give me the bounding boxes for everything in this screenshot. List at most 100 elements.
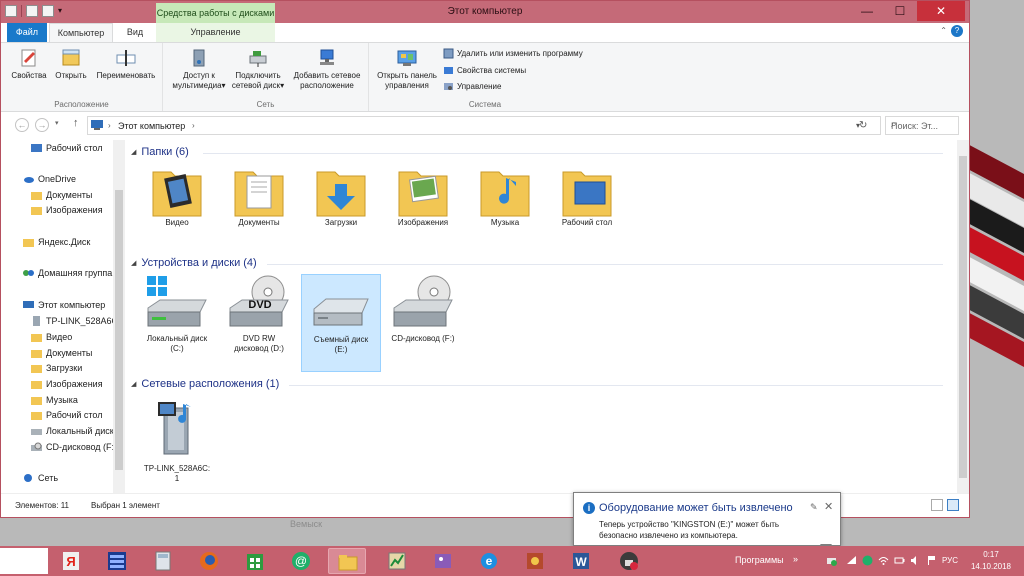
minimize-button[interactable]: — — [853, 1, 881, 21]
nav-item-desktop[interactable]: Рабочий стол — [31, 141, 103, 155]
taskbar-task-manager[interactable] — [378, 548, 416, 574]
refresh-icon[interactable]: ↻ — [859, 120, 867, 131]
content-scrollbar[interactable] — [957, 140, 969, 493]
nav-item-local-disk[interactable]: Локальный диск — [31, 424, 114, 438]
nav-pane-scrollbar[interactable] — [113, 140, 125, 493]
tab-view[interactable]: Вид — [117, 23, 153, 42]
folder-music[interactable]: Музыка — [465, 162, 545, 228]
chevron-right-icon[interactable]: » — [793, 554, 798, 564]
breadcrumb-chevron-icon[interactable]: › — [192, 121, 195, 130]
skype-icon[interactable] — [862, 555, 873, 566]
taskbar-game[interactable] — [516, 548, 554, 574]
taskbar-photos[interactable] — [424, 548, 462, 574]
system-properties-button[interactable]: Свойства системы — [443, 65, 526, 76]
action-flag-icon[interactable] — [926, 555, 937, 566]
scrollbar-thumb[interactable] — [959, 156, 967, 478]
search-input[interactable]: Поиск: Эт... ⌕ — [885, 116, 959, 135]
battery-icon[interactable] — [894, 555, 905, 566]
taskbar-calculator[interactable] — [144, 548, 182, 574]
nav-item-onedrive[interactable]: OneDrive — [23, 172, 76, 186]
computer-management-button[interactable]: Управление — [443, 81, 501, 92]
programs-toolbar-label[interactable]: Программы — [735, 555, 784, 565]
search-icon[interactable]: ⌕ — [891, 119, 954, 130]
taskbar-calculator-grid[interactable] — [98, 548, 136, 574]
taskbar-yandex-browser[interactable]: Я — [52, 548, 90, 574]
nav-item-downloads[interactable]: Загрузки — [31, 361, 82, 375]
nav-item-cd-drive[interactable]: CD-дисковод (F: — [31, 440, 114, 454]
large-icons-view-button[interactable] — [947, 499, 959, 511]
taskbar-mail[interactable]: @ — [282, 548, 320, 574]
add-network-location-button[interactable]: Добавить сетевое расположение — [289, 47, 365, 91]
drive-e[interactable]: Съемный диск (E:) — [301, 274, 381, 372]
help-icon[interactable]: ? — [951, 25, 963, 37]
recent-locations-chevron-icon[interactable]: ▾ — [55, 119, 59, 127]
notification-toast[interactable]: i Оборудование может быть извлечено Тепе… — [573, 492, 841, 546]
taskbar-word[interactable]: W — [562, 548, 600, 574]
breadcrumb-this-pc[interactable]: Этот компьютер — [118, 121, 185, 131]
drive-d[interactable]: DVD DVD RW дисковод (D:) — [219, 274, 299, 370]
group-header-folders[interactable]: ◢ Папки (6) — [131, 146, 189, 158]
folder-pictures[interactable]: Изображения — [383, 162, 463, 228]
taskbar-store[interactable] — [236, 548, 274, 574]
media-access-button[interactable]: Доступ к мультимедиа▾ — [169, 47, 229, 91]
volume-icon[interactable] — [910, 555, 921, 566]
computer-icon — [91, 120, 103, 130]
nav-item-this-pc[interactable]: Этот компьютер — [23, 298, 105, 312]
scrollbar-thumb[interactable] — [115, 190, 123, 470]
up-button[interactable]: ↑ — [73, 117, 79, 129]
uninstall-program-button[interactable]: Удалить или изменить программу — [443, 48, 583, 59]
nav-item-homegroup[interactable]: Домашняя группа — [23, 266, 112, 280]
map-network-drive-button[interactable]: Подключить сетевой диск▾ — [229, 47, 287, 91]
nav-item-onedrive-documents[interactable]: Документы — [31, 188, 92, 202]
taskbar-internet-explorer[interactable]: e — [470, 548, 508, 574]
tab-manage[interactable]: Управление — [156, 23, 275, 42]
title-bar[interactable]: ▾ Средства работы с дисками Этот компьют… — [1, 1, 969, 23]
properties-button[interactable]: Свойства — [9, 47, 49, 81]
group-header-network-locations[interactable]: ◢ Сетевые расположения (1) — [131, 378, 279, 390]
nav-item-videos[interactable]: Видео — [31, 330, 72, 344]
wifi-icon[interactable] — [878, 555, 889, 566]
collapse-triangle-icon[interactable]: ◢ — [131, 380, 136, 388]
rename-button[interactable]: Переименовать — [93, 47, 159, 81]
folder-documents[interactable]: Документы — [219, 162, 299, 228]
nav-item-music[interactable]: Музыка — [31, 393, 78, 407]
pin-icon[interactable]: ✎ — [810, 502, 818, 513]
network-location-tp-link[interactable]: TP-LINK_528A6C: 1 — [137, 398, 217, 494]
folder-videos[interactable]: Видео — [137, 162, 217, 228]
details-view-button[interactable] — [931, 499, 943, 511]
open-button[interactable]: Открыть — [51, 47, 91, 81]
nav-item-network[interactable]: Сеть — [23, 471, 58, 485]
folder-desktop[interactable]: Рабочий стол — [547, 162, 627, 228]
breadcrumb-chevron-icon[interactable]: › — [108, 121, 111, 130]
control-panel-button[interactable]: Открыть панель управления — [371, 47, 443, 91]
taskbar-firefox[interactable] — [190, 548, 228, 574]
forward-button[interactable]: → — [35, 118, 49, 132]
drive-c[interactable]: Локальный диск (C:) — [137, 274, 217, 370]
taskbar-security-app[interactable] — [610, 548, 648, 574]
network-status-icon[interactable] — [846, 555, 857, 566]
group-header-devices[interactable]: ◢ Устройства и диски (4) — [131, 257, 257, 269]
collapse-triangle-icon[interactable]: ◢ — [131, 148, 136, 156]
clock[interactable]: 0:17 14.10.2018 — [965, 549, 1017, 573]
tab-file[interactable]: Файл — [7, 23, 47, 42]
maximize-button[interactable]: ☐ — [886, 1, 914, 21]
collapse-triangle-icon[interactable]: ◢ — [131, 259, 136, 267]
tab-computer[interactable]: Компьютер — [49, 23, 113, 42]
drive-f[interactable]: CD-дисковод (F:) — [383, 274, 463, 370]
nav-item-yandex-disk[interactable]: Яндекс.Диск — [23, 235, 90, 249]
nav-item-desktop-folder[interactable]: Рабочий стол — [31, 408, 103, 422]
address-bar[interactable]: › Этот компьютер › ▾ — [87, 116, 881, 135]
taskbar-search-box[interactable] — [0, 548, 48, 574]
taskbar-file-explorer[interactable] — [328, 548, 366, 574]
nav-item-documents[interactable]: Документы — [31, 346, 92, 360]
nav-item-onedrive-pictures[interactable]: Изображения — [31, 203, 103, 217]
chevron-up-icon[interactable]: ⌃ — [940, 26, 947, 35]
language-indicator[interactable]: РУС — [942, 556, 958, 565]
nav-item-pictures[interactable]: Изображения — [31, 377, 103, 391]
nav-item-tp-link[interactable]: TP-LINK_528A6C — [31, 314, 118, 328]
safely-remove-hardware-icon[interactable] — [826, 555, 837, 566]
close-button[interactable]: ✕ — [917, 1, 965, 21]
folder-downloads[interactable]: Загрузки — [301, 162, 381, 228]
back-button[interactable]: ← — [15, 118, 29, 132]
close-icon[interactable]: ✕ — [824, 500, 833, 513]
